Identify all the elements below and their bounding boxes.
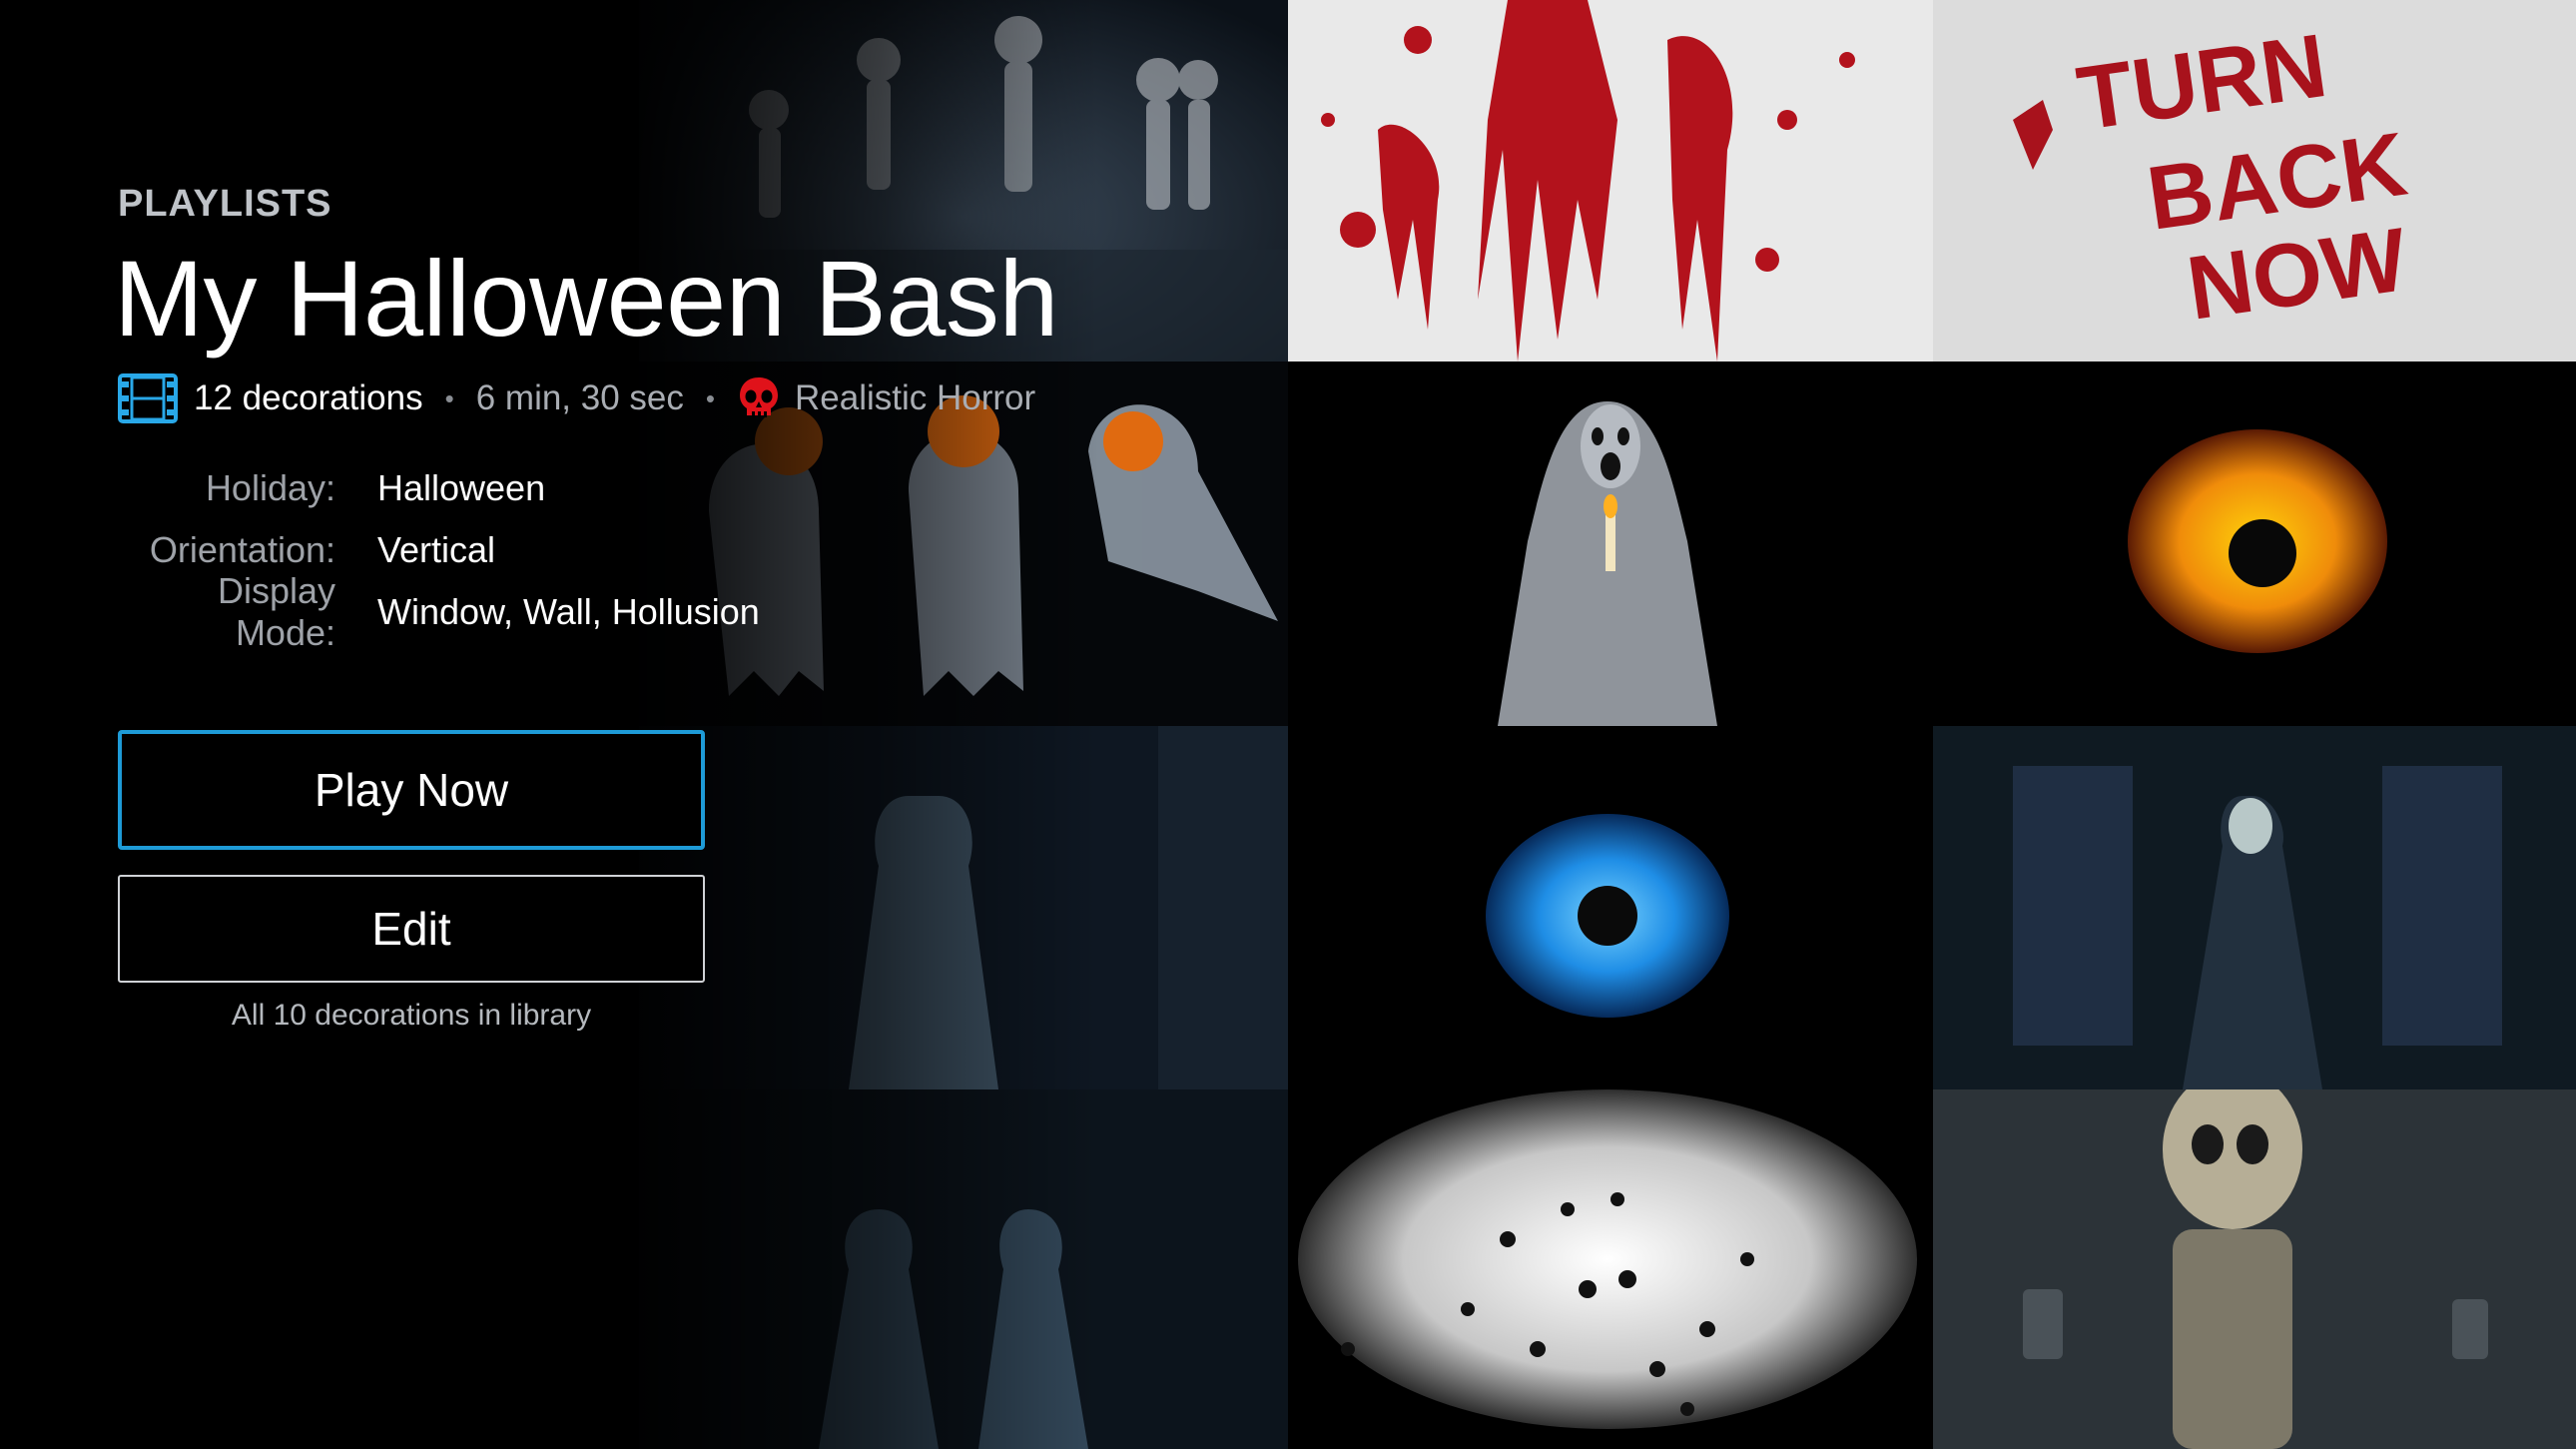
ghost-man-thumbnail [1933, 726, 2576, 1089]
detail-label: Holiday: [205, 467, 335, 508]
library-note: All 10 decorations in library [231, 999, 592, 1032]
skull-icon [737, 375, 781, 421]
detail-row-display-mode: Display Mode: Window, Wall, Hollusion [118, 570, 1016, 653]
playlist-detail-panel: PLAYLISTS My Halloween Bash 12 decoratio… [114, 0, 1096, 1449]
section-label: PLAYLISTS [118, 183, 332, 225]
turn-back-now-thumbnail: TURN BACK NOW [1933, 0, 2576, 362]
candle-ghost-thumbnail [1288, 362, 1933, 726]
detail-row-holiday: Holiday: Halloween [118, 457, 1016, 519]
detail-value: Vertical [377, 529, 496, 570]
playlist-details: Holiday: Halloween Orientation: Vertical… [118, 457, 1016, 653]
edit-button[interactable]: Edit [118, 875, 705, 983]
film-strip-icon [118, 373, 178, 423]
separator-dot: • [705, 382, 715, 413]
spiders-thumbnail [1288, 1089, 1933, 1449]
yellow-eye-thumbnail [1933, 362, 2576, 726]
detail-label: Display Mode: [217, 570, 335, 653]
detail-value: Window, Wall, Hollusion [377, 591, 760, 632]
content-rating: Realistic Horror [794, 378, 1036, 417]
detail-label: Orientation: [149, 529, 335, 570]
detail-value: Halloween [377, 467, 546, 508]
blue-eye-thumbnail [1288, 726, 1933, 1089]
blood-splatter-thumbnail [1288, 0, 1933, 362]
duration: 6 min, 30 sec [475, 378, 684, 417]
playlist-meta: 12 decorations • 6 min, 30 sec • Realist… [118, 371, 1035, 425]
separator-dot: • [444, 382, 454, 413]
skeleton-graveyard-thumbnail [1933, 1089, 2576, 1449]
page-title: My Halloween Bash [114, 238, 1058, 359]
decoration-count: 12 decorations [194, 378, 423, 417]
play-now-button[interactable]: Play Now [118, 730, 705, 850]
